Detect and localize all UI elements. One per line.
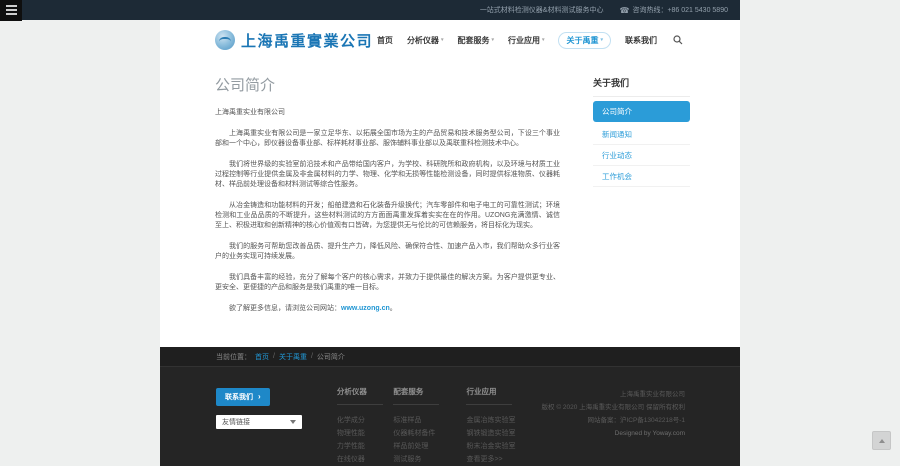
icp-line: 网站备案：沪ICP备13042218号-1 <box>587 417 685 424</box>
arrow-up-icon <box>878 438 885 443</box>
breadcrumb-prefix: 当前位置： <box>216 353 251 361</box>
breadcrumb-link-home[interactable]: 首页 <box>255 352 269 362</box>
footer-link[interactable]: 测试服务 <box>393 453 466 466</box>
footer-link[interactable]: 化学成分 <box>337 414 394 427</box>
footer-link[interactable]: 仪器耗材备件 <box>393 427 466 440</box>
hamburger-menu-icon[interactable] <box>0 0 22 21</box>
article: 公司简介 上海禹重实业有限公司 上海禹重实业有限公司是一家立足华东、以拓展全国市… <box>215 68 560 325</box>
website-link[interactable]: www.uzong.cn <box>341 305 390 312</box>
copyright-line: 上海禹重实业有限公司 <box>620 391 685 398</box>
nav-item-applications[interactable]: 行业应用 ▾ <box>508 35 545 46</box>
footer-column-services: 配套服务 标准样品 仪器耗材备件 样品前处理 测试服务 <box>393 386 466 466</box>
sidebar-item-news[interactable]: 新闻通知 <box>593 124 690 145</box>
chevron-down-icon: ▾ <box>600 37 603 43</box>
chevron-down-icon <box>290 420 296 424</box>
site-footer: 联系我们 › 友情链接 分析仪器 化学成分 物理性能 力学性能 在线仪器 配套服… <box>160 366 740 466</box>
footer-link[interactable]: 钢铁锻造实验室 <box>466 427 541 440</box>
breadcrumb-current: 公司简介 <box>316 353 345 361</box>
paragraph: 我们的服务可帮助您改善品质、提升生产力，降低风险、确保符合性、加速产品入市，我们… <box>215 243 560 260</box>
sidebar-item-industry-trends[interactable]: 行业动态 <box>593 145 690 166</box>
contact-us-button[interactable]: 联系我们 › <box>216 388 270 406</box>
paragraph: 从冶金铸造和功能材料的开发；船舶建造和石化装备升级换代；汽车零部件和电子电工的可… <box>215 202 560 229</box>
paragraph-website: 欲了解更多信息，请浏览公司网站：www.uzong.cn。 <box>215 304 560 314</box>
footer-link[interactable]: 在线仪器 <box>337 453 394 466</box>
hotline-text: 咨询热线：+86 021 5430 5890 <box>632 7 728 14</box>
hotline: ☎ 咨询热线：+86 021 5430 5890 <box>619 5 728 15</box>
logo-icon <box>215 30 235 50</box>
company-name: 上海禹重實業公司 <box>241 33 374 50</box>
topbar-right: 一站式材料检测仪器&材料测试服务中心 ☎ 咨询热线：+86 021 5430 5… <box>480 5 740 15</box>
chevron-down-icon: ▾ <box>491 37 494 43</box>
footer-link[interactable]: 粉末冶金实验室 <box>466 440 541 453</box>
footer-link[interactable]: 物理性能 <box>337 427 394 440</box>
footer-link[interactable]: 标准样品 <box>393 414 466 427</box>
footer-link[interactable]: 力学性能 <box>337 440 394 453</box>
about-sidebar: 关于我们 公司简介 新闻通知 行业动态 工作机会 <box>593 68 690 325</box>
nav-item-services[interactable]: 配套服务 ▾ <box>457 35 494 46</box>
topbar: 一站式材料检测仪器&材料测试服务中心 ☎ 咨询热线：+86 021 5430 5… <box>0 0 740 21</box>
chevron-down-icon: ▾ <box>440 37 444 43</box>
search-icon[interactable] <box>671 33 685 47</box>
designed-by-line: Designed by Yoway.com <box>614 430 685 437</box>
nav-item-instruments[interactable]: 分析仪器 ▾ <box>407 35 444 46</box>
paragraph: 上海禹重实业有限公司 <box>215 109 285 116</box>
copyright-line: 版权 © 2020 上海禹重实业有限公司 保留所有权利 <box>541 404 685 411</box>
content-area: 公司简介 上海禹重实业有限公司 上海禹重实业有限公司是一家立足华东、以拓展全国市… <box>160 60 740 347</box>
chevron-down-icon: ▾ <box>541 37 545 43</box>
website-prefix: 欲了解更多信息，请浏览公司网站： <box>229 305 341 312</box>
footer-link[interactable]: 金属冶炼实验室 <box>466 414 541 427</box>
phone-icon: ☎ <box>619 5 630 15</box>
logo[interactable]: 上海禹重實業公司 <box>215 30 373 51</box>
arrow-right-icon: › <box>258 392 261 401</box>
scroll-to-top-button[interactable] <box>872 431 891 450</box>
friend-links-select[interactable]: 友情链接 <box>216 415 302 429</box>
website-suffix: 。 <box>389 305 397 312</box>
site-header: 上海禹重實業公司 首页 分析仪器 ▾ 配套服务 ▾ 行业应用 ▾ 关于禹重 ▾ 联系我们 <box>160 20 740 60</box>
footer-copyright: 上海禹重实业有限公司 版权 © 2020 上海禹重实业有限公司 保留所有权利 网… <box>542 386 685 466</box>
footer-link[interactable]: 样品前处理 <box>393 440 466 453</box>
main-nav: 首页 分析仪器 ▾ 配套服务 ▾ 行业应用 ▾ 关于禹重 ▾ 联系我们 <box>377 31 685 49</box>
paragraph: 我们具备丰富的经验，充分了解每个客户的核心需求，并致力于提供最佳的解决方案。为客… <box>215 274 560 291</box>
nav-item-home[interactable]: 首页 <box>377 35 393 46</box>
footer-column-applications: 行业应用 金属冶炼实验室 钢铁锻造实验室 粉末冶金实验室 查看更多>> <box>466 386 541 466</box>
footer-contact-block: 联系我们 › 友情链接 <box>216 386 337 466</box>
footer-link-more[interactable]: 查看更多>> <box>466 453 541 466</box>
breadcrumb-link-about[interactable]: 关于禹重 <box>279 352 307 362</box>
nav-item-about[interactable]: 关于禹重 ▾ <box>558 31 611 49</box>
paragraph: 上海禹重实业有限公司是一家立足华东、以拓展全国市场为主的产品贸易和技术服务型公司… <box>215 130 560 147</box>
breadcrumb: 当前位置： 首页 / 关于禹重 / 公司简介 <box>160 347 740 366</box>
sidebar-item-company-profile[interactable]: 公司简介 <box>593 101 690 122</box>
site-column: 上海禹重實業公司 首页 分析仪器 ▾ 配套服务 ▾ 行业应用 ▾ 关于禹重 ▾ 联系我们… <box>160 20 740 466</box>
sidebar-item-jobs[interactable]: 工作机会 <box>593 166 690 187</box>
page-title: 公司简介 <box>215 77 276 94</box>
nav-item-contact[interactable]: 联系我们 <box>625 35 657 46</box>
paragraph: 我们将世界级的实验室前沿技术和产品带给国内客户，为学校、科研院所和政府机构，以及… <box>215 161 560 188</box>
sidebar-title: 关于我们 <box>593 68 690 97</box>
footer-column-instruments: 分析仪器 化学成分 物理性能 力学性能 在线仪器 <box>336 386 394 466</box>
topbar-tagline: 一站式材料检测仪器&材料测试服务中心 <box>479 7 604 14</box>
